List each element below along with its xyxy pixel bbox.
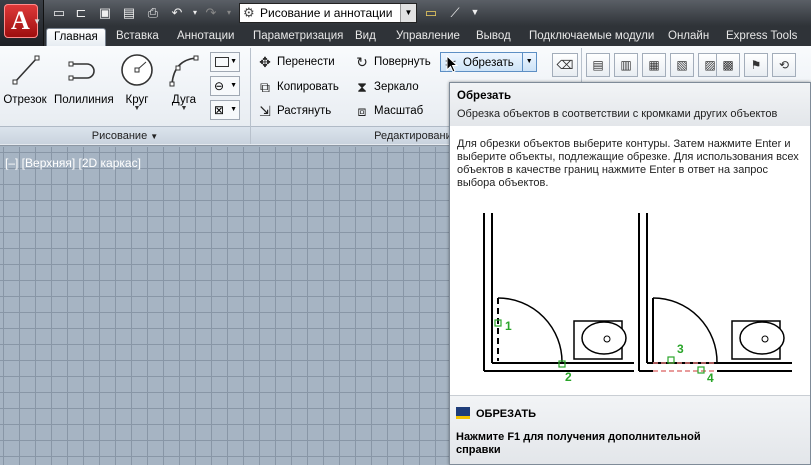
line-icon: [12, 55, 40, 85]
layer-freeze-icon[interactable]: ▦: [642, 53, 666, 77]
scale-button[interactable]: ⧈ Масштаб: [352, 101, 424, 121]
chevron-down-icon: ▼: [400, 4, 416, 22]
scale-label: Масштаб: [374, 105, 424, 117]
undo-icon[interactable]: ↶: [168, 4, 186, 21]
trim-illustration: 1 2 3 4: [483, 213, 792, 383]
tab-home[interactable]: Главная: [46, 28, 106, 46]
arc-icon: [169, 55, 199, 87]
redo-icon[interactable]: ↷: [202, 4, 220, 21]
ribbon-tabs: Главная Вставка Аннотации Параметризация…: [44, 26, 811, 46]
tab-parametric[interactable]: Параметризация: [246, 28, 350, 46]
erase-icon[interactable]: ⌫: [552, 53, 578, 77]
move-icon: ✥: [259, 54, 271, 70]
rectangle-icon: [215, 57, 229, 67]
mirror-label: Зеркало: [374, 81, 419, 93]
diagram-label: 1: [505, 319, 512, 333]
polyline-label: Полилиния: [54, 94, 114, 106]
stretch-label: Растянуть: [277, 105, 332, 117]
rotate-button[interactable]: ↻ Повернуть: [352, 52, 431, 72]
chevron-down-icon: ▼: [33, 17, 41, 26]
overflow-icon[interactable]: ▼: [466, 4, 484, 21]
rectangle-button[interactable]: ▼: [210, 52, 240, 72]
tab-plugins[interactable]: Подключаемые модули: [522, 28, 661, 46]
tab-view[interactable]: Вид: [348, 28, 383, 46]
hatch-button[interactable]: ⊖ ▼: [210, 76, 240, 96]
diagram-label: 2: [565, 370, 572, 383]
application-menu-button[interactable]: A ▼: [0, 0, 44, 46]
circle-button[interactable]: Круг ▼: [118, 48, 156, 120]
new-file-icon[interactable]: ▭: [50, 4, 68, 21]
polyline-button[interactable]: Полилиния: [54, 48, 114, 120]
layer-match-icon[interactable]: ▧: [670, 53, 694, 77]
tab-express-tools[interactable]: Express Tools: [719, 28, 804, 46]
print-icon[interactable]: ⎙: [144, 4, 162, 21]
mirror-icon: ⧗: [357, 79, 367, 95]
rotate-label: Повернуть: [374, 56, 431, 68]
move-button[interactable]: ✥ Перенести: [255, 52, 335, 72]
layer-isolate-icon[interactable]: ▩: [716, 53, 740, 77]
arc-button[interactable]: Дуга ▼: [164, 48, 204, 120]
layer-states-icon[interactable]: ▥: [614, 53, 638, 77]
stretch-icon: ⇲: [259, 103, 271, 119]
draw-panel-title[interactable]: Рисование ▼: [0, 126, 250, 144]
rotate-icon: ↻: [356, 54, 368, 70]
tooltip-help: Нажмите F1 для получения дополнительной …: [456, 431, 701, 456]
draw-panel-label: Рисование: [91, 130, 148, 142]
mirror-button[interactable]: ⧗ Зеркало: [352, 77, 419, 97]
tab-manage[interactable]: Управление: [389, 28, 467, 46]
tooltip-title: Обрезать: [457, 90, 512, 102]
circle-icon: [121, 54, 153, 86]
save-icon[interactable]: ▣: [96, 4, 114, 21]
chevron-down-icon[interactable]: ▼: [521, 53, 536, 71]
diagram-label: 3: [677, 342, 684, 356]
layer-icon[interactable]: ▭: [422, 4, 440, 21]
polyline-icon: [68, 61, 95, 81]
stretch-button[interactable]: ⇲ Растянуть: [255, 101, 331, 121]
move-label: Перенести: [277, 56, 335, 68]
tab-output[interactable]: Вывод: [469, 28, 518, 46]
trim-label: Обрезать: [463, 57, 514, 69]
match-properties-icon[interactable]: ⟋: [446, 4, 464, 21]
annotation-icon[interactable]: ⚑: [744, 53, 768, 77]
open-file-icon[interactable]: ⊏: [72, 4, 90, 21]
line-button[interactable]: Отрезок: [3, 48, 47, 120]
chevron-down-icon: ▼: [133, 105, 141, 112]
diagram-label: 4: [707, 371, 714, 383]
tab-online[interactable]: Онлайн: [661, 28, 716, 46]
tooltip-body: Для обрезки объектов выберите контуры. З…: [457, 138, 799, 189]
copy-label: Копировать: [277, 81, 339, 93]
boundary-button[interactable]: ⊠ ▼: [210, 100, 240, 120]
hatch-icon: ⊠: [214, 103, 225, 117]
trim-before-diagram: 1 2: [483, 213, 634, 383]
viewport-controls[interactable]: [–] [Верхняя] [2D каркас]: [5, 156, 141, 170]
tooltip-command: ОБРЕЗАТЬ: [476, 408, 537, 420]
scale-icon: ⧈: [357, 103, 367, 119]
workspace-select[interactable]: ⚙ Рисование и аннотации ▼: [239, 3, 417, 23]
chevron-down-icon: ▼: [180, 105, 188, 112]
chevron-down-icon: ▼: [150, 132, 159, 141]
trim-after-diagram: 3 4: [638, 213, 792, 383]
command-icon: [456, 407, 470, 419]
save-as-icon[interactable]: ▤: [120, 4, 138, 21]
tooltip-header: Обрезать Обрезка объектов в соответствии…: [450, 83, 810, 126]
tab-annotate[interactable]: Аннотации: [170, 28, 241, 46]
redo-dropdown-icon[interactable]: ▾: [220, 4, 238, 21]
layer-properties-icon[interactable]: ▤: [586, 53, 610, 77]
trim-tooltip: Обрезать Обрезка объектов в соответствии…: [449, 82, 811, 465]
copy-button[interactable]: ⧉ Копировать: [255, 77, 339, 97]
line-label: Отрезок: [3, 94, 47, 106]
modify-panel-label: Редактирование: [374, 130, 458, 142]
mouse-cursor-icon: [446, 55, 458, 73]
tooltip-footer: ОБРЕЗАТЬ Нажмите F1 для получения дополн…: [450, 395, 810, 464]
gear-icon: ⚙: [243, 5, 255, 20]
workspace-label: Рисование и аннотации: [260, 6, 393, 20]
tab-insert[interactable]: Вставка: [109, 28, 166, 46]
text-icon[interactable]: ⟲: [772, 53, 796, 77]
tooltip-description: Обрезка объектов в соответствии с кромка…: [457, 108, 778, 120]
quick-access-toolbar: ▭ ⊏ ▣ ▤ ⎙ ↶ ▾ ↷ ▾ ⚙ Рисование и аннотаци…: [0, 0, 811, 26]
ellipse-icon: ⊖: [214, 79, 225, 93]
copy-icon: ⧉: [260, 79, 270, 95]
